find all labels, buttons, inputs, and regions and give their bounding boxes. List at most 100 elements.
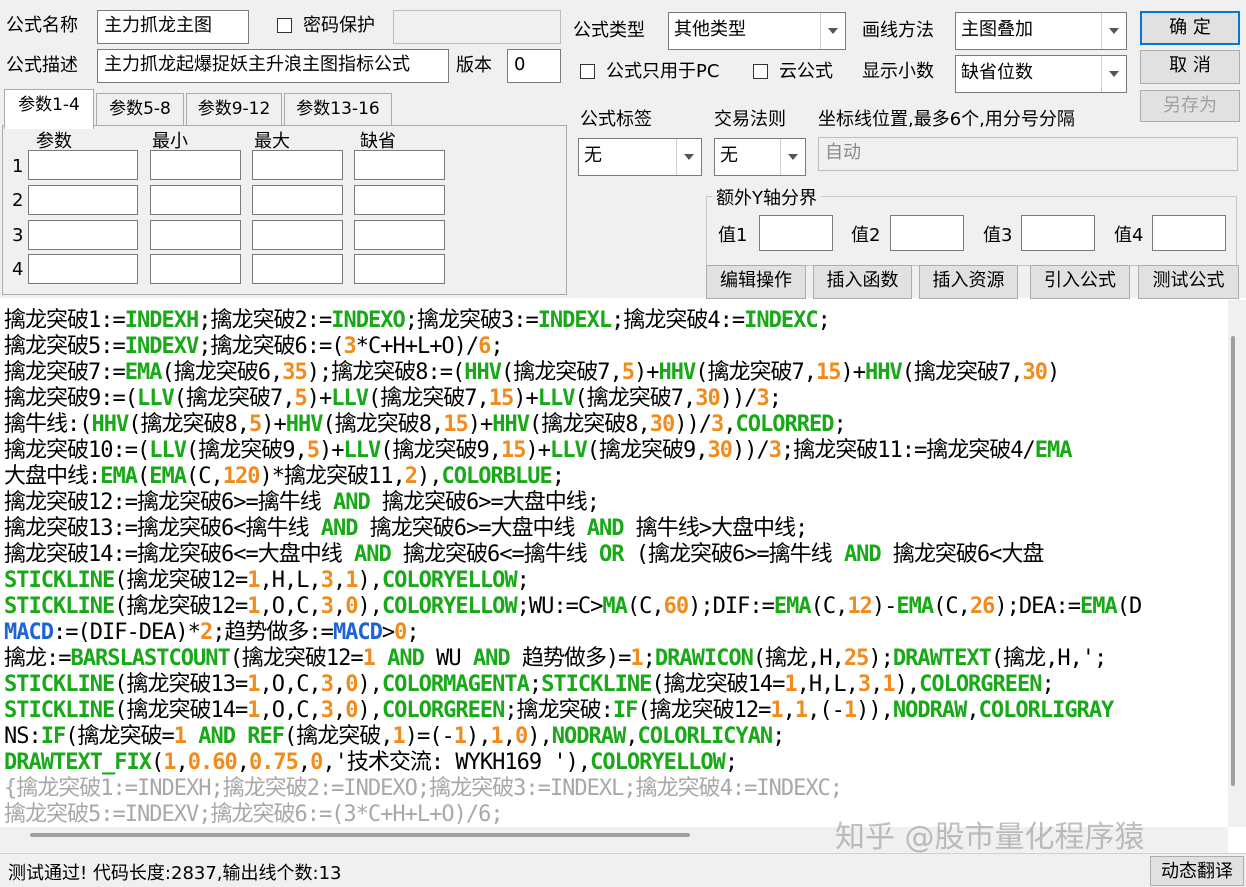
code-token: ;WU:=C> [516,594,604,619]
code-token: 15 [500,438,526,463]
test-formula-button[interactable]: 测试公式 [1138,265,1239,299]
code-editor[interactable]: 擒龙突破1:=INDEXH;擒龙突破2:=INDEXO;擒龙突破3:=INDEX… [0,300,1228,827]
code-line[interactable]: 擒龙突破14:=擒龙突破6<=大盘中线 AND 擒龙突破6<=擒牛线 OR (擒… [4,542,1044,568]
code-line[interactable]: 擒龙突破5:=INDEXV;擒龙突破6:=(3*C+H+L+O)/6; [4,802,504,827]
code-line[interactable]: NS:IF(擒龙突破=1 AND REF(擒龙突破,1)=(-1),1,0),N… [4,724,785,750]
axis-position-input: 自动 [818,137,1238,171]
code-line[interactable]: 擒龙突破5:=INDEXV;擒龙突破6:=(3*C+H+L+O)/6; [4,334,504,360]
param-name-input[interactable] [28,220,138,250]
code-token: 趋势做多)= [509,646,632,671]
param-name-input[interactable] [28,254,138,284]
code-line[interactable]: 擒龙突破13:=擒龙突破6<擒牛线 AND 擒龙突破6>=大盘中线 AND 擒牛… [4,516,808,542]
import-formula-button[interactable]: 引入公式 [1030,265,1130,299]
ok-button[interactable]: 确 定 [1140,11,1240,45]
code-token: ,H,L, [259,568,321,593]
formula-tag-select[interactable]: 无 [578,138,702,176]
code-token: 1 [784,672,797,697]
code-line[interactable]: STICKLINE(擒龙突破14=1,O,C,3,0),COLORGREEN;擒… [4,698,1114,724]
param-min-input[interactable] [150,185,241,215]
cloud-formula-checkbox[interactable] [753,64,768,79]
yaxis-value1-input[interactable] [759,215,833,251]
code-line[interactable]: 擒龙突破9:=(LLV(擒龙突破7,5)+LLV(擒龙突破7,15)+LLV(擒… [4,386,782,412]
code-token: ))/ [731,438,770,463]
code-token: , [723,412,736,437]
param-name-input[interactable] [28,185,138,215]
param-max-input[interactable] [252,185,343,215]
code-line[interactable]: 擒牛线:(HHV(擒龙突破8,5)+HHV(擒龙突破8,15)+HHV(擒龙突破… [4,412,847,438]
param-max-input[interactable] [252,254,343,284]
param-default-input[interactable] [354,220,445,250]
code-token: 3 [320,698,334,723]
yaxis-value4-input[interactable] [1152,215,1226,251]
cancel-button[interactable]: 取 消 [1140,50,1240,84]
code-line[interactable]: 擒龙突破1:=INDEXH;擒龙突破2:=INDEXO;擒龙突破3:=INDEX… [4,308,831,334]
vertical-scrollbar-thumb[interactable] [1231,336,1235,786]
code-line[interactable]: 擒龙突破10:=(LLV(擒龙突破9,5)+LLV(擒龙突破9,15)+LLV(… [4,438,1072,464]
horizontal-scrollbar-thumb[interactable] [30,833,690,837]
formula-type-select[interactable]: 其他类型 [668,12,846,50]
code-token: INDEXL [537,308,612,333]
param-name-input[interactable] [28,150,138,180]
code-line[interactable]: MACD:=(DIF-DEA)*2;趋势做多:=MACD>0; [4,620,420,646]
code-token: ,(- [807,698,845,723]
version-input[interactable]: 0 [507,49,561,83]
param-max-input[interactable] [252,220,343,250]
draw-method-select[interactable]: 主图叠加 [955,12,1127,50]
code-token: COLORGREEN [919,672,1042,697]
code-line[interactable]: DRAWTEXT_FIX(1,0.60,0.75,0,'技术交流: WYKH16… [4,750,738,776]
code-token: ), [357,672,382,697]
code-line[interactable]: 大盘中线:EMA(EMA(C,120)*擒龙突破11,2),COLORBLUE; [4,464,565,490]
code-line[interactable]: STICKLINE(擒龙突破13=1,O,C,3,0),COLORMAGENTA… [4,672,1055,698]
code-line[interactable]: {擒龙突破1:=INDEXH;擒龙突破2:=INDEXO;擒龙突破3:=INDE… [4,776,843,802]
code-token: COLORLICYAN [637,724,773,749]
yaxis-value3-input[interactable] [1021,215,1095,251]
code-token: ;擒龙突破: [504,698,613,723]
param-row-number: 3 [12,225,24,246]
code-token: HHV [464,360,502,385]
code-token: STICKLINE [4,672,115,697]
decimals-select[interactable]: 缺省位数 [955,55,1127,93]
code-token: HHV [864,360,903,385]
code-token: 3 [320,672,334,697]
code-token: ))/ [674,412,712,437]
edit-operations-button[interactable]: 编辑操作 [706,265,806,299]
password-protect-checkbox[interactable] [277,18,292,33]
dynamic-translate-button[interactable]: 动态翻译 [1150,856,1244,886]
tab-params-5-8[interactable]: 参数5-8 [96,93,184,125]
code-token: , [870,672,883,697]
code-line[interactable]: STICKLINE(擒龙突破12=1,H,L,3,1),COLORYELLOW; [4,568,530,594]
code-line[interactable]: 擒龙突破7:=EMA(擒龙突破6,35);擒龙突破8:=(HHV(擒龙突破7,5… [4,360,1060,386]
code-token: NODRAW [892,698,967,723]
param-default-input[interactable] [354,185,445,215]
code-line[interactable]: 擒龙突破12:=擒龙突破6>=擒牛线 AND 擒龙突破6>=大盘中线; [4,490,600,516]
code-token: 5 [249,412,262,437]
yaxis-value2-input[interactable] [890,215,964,251]
trade-rule-select[interactable]: 无 [714,138,806,176]
tab-params-9-12[interactable]: 参数9-12 [186,93,282,125]
insert-function-button[interactable]: 插入函数 [813,265,912,299]
pc-only-checkbox[interactable] [580,64,595,79]
formula-desc-input[interactable]: 主力抓龙起爆捉妖主升浪主图指标公式 [97,49,449,83]
param-max-input[interactable] [252,150,343,180]
param-min-input[interactable] [150,220,241,250]
watermark: 知乎 @股市量化程序猿 [835,820,1145,855]
decimals-label: 显示小数 [862,61,934,82]
yaxis-value1-label: 值1 [718,225,748,246]
insert-resource-button[interactable]: 插入资源 [919,265,1018,299]
trade-rule-value: 无 [720,145,738,166]
param-default-input[interactable] [354,254,445,284]
code-token: 2 [199,620,213,645]
param-default-input[interactable] [354,150,445,180]
code-line[interactable]: 擒龙:=BARSLASTCOUNT(擒龙突破12=1 AND WU AND 趋势… [4,646,1107,672]
tab-params-1-4[interactable]: 参数1-4 [4,89,94,129]
code-token: AND [387,646,425,671]
param-min-input[interactable] [150,150,241,180]
formula-name-input[interactable]: 主力抓龙主图 [97,10,249,44]
code-line[interactable]: STICKLINE(擒龙突破12=1,O,C,3,0),COLORYELLOW;… [4,594,1142,620]
param-min-input[interactable] [150,254,241,284]
code-token: COLORRED [735,412,835,437]
code-token: 1 [770,698,783,723]
tab-params-13-16[interactable]: 参数13-16 [284,93,392,125]
code-token: ; [551,464,565,489]
